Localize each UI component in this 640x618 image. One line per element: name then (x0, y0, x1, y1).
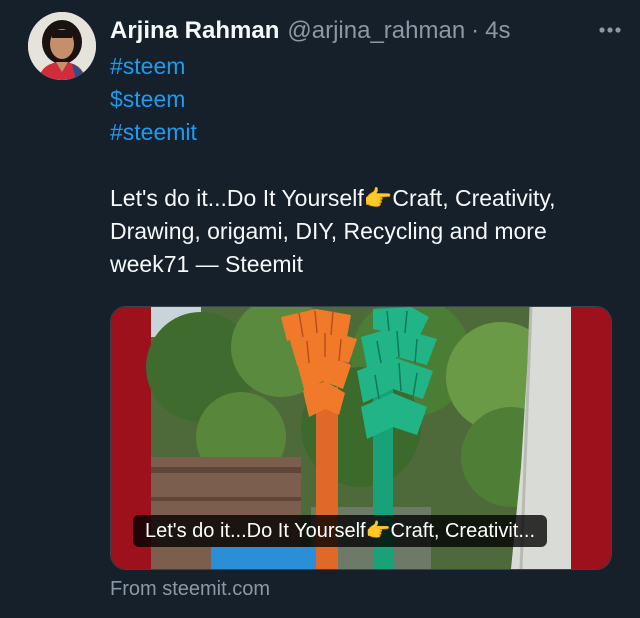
author-name[interactable]: Arjina Rahman (110, 16, 279, 46)
avatar-image (28, 12, 96, 80)
author-handle[interactable]: @arjina_rahman (287, 16, 465, 46)
more-horizontal-icon (599, 27, 621, 33)
tweet-body: #steem $steem #steemit Let's do it...Do … (110, 50, 616, 281)
tweet-text-part1: Let's do it...Do It Yourself (110, 185, 364, 211)
tweet-timestamp[interactable]: 4s (485, 16, 510, 46)
card-caption-part1: Let's do it...Do It Yourself (145, 520, 366, 542)
tweet-header: Arjina Rahman @arjina_rahman · 4s (110, 14, 620, 48)
cashtag-steem[interactable]: $steem (110, 83, 616, 116)
hashtag-steem[interactable]: #steem (110, 50, 616, 83)
card-source-link[interactable]: From steemit.com (110, 576, 270, 602)
card-caption-part2: Craft, Creativit... (390, 520, 536, 542)
tweet: Arjina Rahman @arjina_rahman · 4s #steem… (0, 0, 640, 618)
more-options-button[interactable] (594, 14, 626, 46)
pointing-hand-emoji: 👉 (365, 520, 391, 542)
avatar[interactable] (28, 12, 96, 80)
pointing-hand-emoji: 👉 (363, 185, 393, 211)
card-caption: Let's do it...Do It Yourself👉Craft, Crea… (133, 515, 548, 547)
tweet-text: Let's do it...Do It Yourself👉Craft, Crea… (110, 182, 616, 281)
link-preview-card[interactable]: Let's do it...Do It Yourself👉Craft, Crea… (110, 306, 612, 570)
line-spacer (110, 149, 616, 182)
hashtag-steemit[interactable]: #steemit (110, 116, 616, 149)
separator-dot: · (471, 17, 480, 44)
